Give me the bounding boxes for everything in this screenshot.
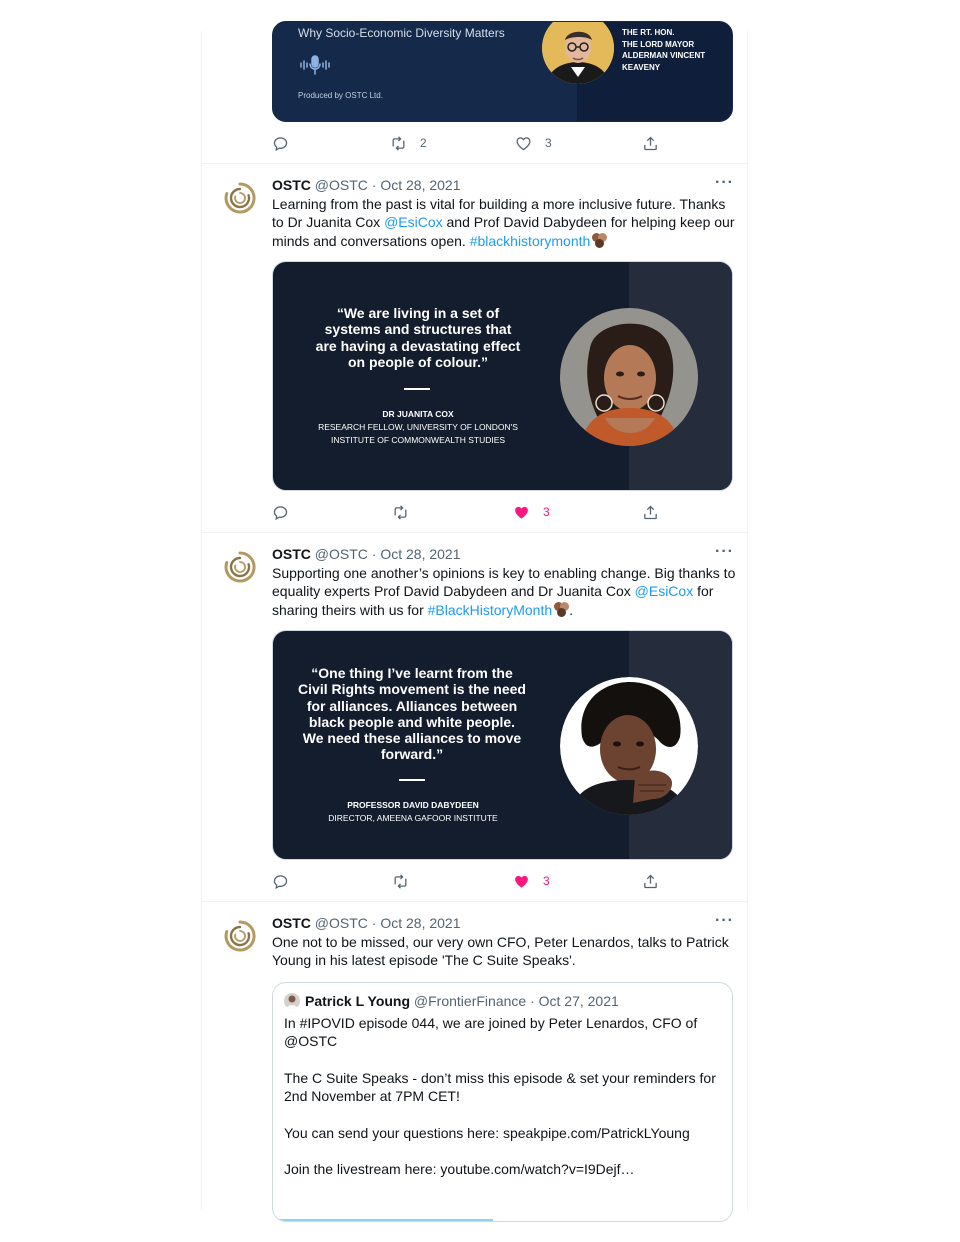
share-button[interactable] xyxy=(642,871,659,891)
tweet-header: OSTC @OSTC · Oct 28, 2021 xyxy=(272,176,461,194)
juanita-cox-portrait xyxy=(560,308,698,446)
card-person-name: DR JUANITA COX xyxy=(382,409,454,419)
retweet-count: 2 xyxy=(420,136,427,150)
produced-by-label: Produced by OSTC Ltd. xyxy=(298,91,383,100)
lord-mayor-caption: THE RT. HON. THE LORD MAYOR ALDERMAN VIN… xyxy=(622,28,706,72)
like-button[interactable]: 3 xyxy=(513,871,550,891)
ostc-logo xyxy=(222,549,258,585)
david-dabydeen-portrait xyxy=(560,677,698,815)
like-icon xyxy=(513,873,530,890)
more-options-button[interactable]: ··· xyxy=(715,543,734,561)
tweet-partial[interactable]: Why Socio-Economic Diversity Matters Pro… xyxy=(202,21,748,164)
reply-icon xyxy=(272,873,289,890)
quoted-tweet-header: Patrick L Young @FrontierFinance · Oct 2… xyxy=(284,993,619,1009)
quoted-tweet-text: In #IPOVID episode 044, we are joined by… xyxy=(284,1015,716,1178)
hashtag-link[interactable]: #blackhistorymonth xyxy=(470,233,591,249)
like-count: 3 xyxy=(543,874,550,888)
card-quote: “One thing I’ve learnt from the Civil Ri… xyxy=(298,665,526,763)
tweet-header: OSTC @OSTC · Oct 28, 2021 xyxy=(272,914,461,932)
author-name[interactable]: OSTC xyxy=(272,546,311,562)
tweet[interactable]: OSTC @OSTC · Oct 28, 2021 ··· Learning f… xyxy=(202,164,748,533)
quoted-author-avatar xyxy=(284,993,300,1009)
retweet-button[interactable] xyxy=(392,871,409,891)
quote-card[interactable]: “One thing I’ve learnt from the Civil Ri… xyxy=(272,630,733,860)
reply-button[interactable] xyxy=(272,871,289,891)
retweet-button[interactable]: 2 xyxy=(390,133,427,153)
ostc-logo xyxy=(222,918,258,954)
quoted-author-name[interactable]: Patrick L Young xyxy=(305,993,410,1009)
ostc-avatar[interactable] xyxy=(222,918,258,954)
card-divider xyxy=(399,779,425,781)
share-button[interactable] xyxy=(642,133,659,153)
share-button[interactable] xyxy=(642,502,659,522)
tweet-text: Supporting one another’s opinions is key… xyxy=(272,565,736,618)
tweet[interactable]: OSTC @OSTC · Oct 28, 2021 ··· Supporting… xyxy=(202,533,748,902)
quoted-tweet[interactable]: Patrick L Young @FrontierFinance · Oct 2… xyxy=(272,982,733,1222)
share-icon xyxy=(642,135,659,152)
tweet-date[interactable]: · Oct 28, 2021 xyxy=(372,915,461,931)
share-icon xyxy=(642,504,659,521)
retweet-icon xyxy=(392,873,409,890)
like-icon xyxy=(513,504,530,521)
like-count: 3 xyxy=(545,136,552,150)
quoted-tweet-date[interactable]: · Oct 27, 2021 xyxy=(530,993,619,1009)
reply-icon xyxy=(272,135,289,152)
reply-button[interactable] xyxy=(272,133,289,153)
tweet[interactable]: OSTC @OSTC · Oct 28, 2021 ··· One not to… xyxy=(202,902,748,1222)
tweet-text: One not to be missed, our very own CFO, … xyxy=(272,934,729,969)
retweet-icon xyxy=(390,135,407,152)
card-divider xyxy=(404,388,430,390)
author-handle[interactable]: @OSTC xyxy=(315,915,368,931)
author-name[interactable]: OSTC xyxy=(272,915,311,931)
card-person-name: PROFESSOR DAVID DABYDEEN xyxy=(347,800,479,810)
reply-icon xyxy=(272,504,289,521)
author-name[interactable]: OSTC xyxy=(272,177,311,193)
ostc-avatar[interactable] xyxy=(222,549,258,585)
timeline-column: Why Socio-Economic Diversity Matters Pro… xyxy=(201,21,748,1222)
more-options-button[interactable]: ··· xyxy=(715,912,734,930)
reply-button[interactable] xyxy=(272,502,289,522)
mention-link[interactable]: @EsiCox xyxy=(635,583,694,599)
more-options-button[interactable]: ··· xyxy=(715,174,734,192)
podcast-title: Why Socio-Economic Diversity Matters xyxy=(298,26,505,40)
ostc-logo xyxy=(222,180,258,216)
microphone-icon xyxy=(299,54,331,81)
podcast-card[interactable]: Why Socio-Economic Diversity Matters Pro… xyxy=(272,21,733,122)
tweet-header: OSTC @OSTC · Oct 28, 2021 xyxy=(272,545,461,563)
like-icon xyxy=(515,135,532,152)
hashtag-link[interactable]: #BlackHistoryMonth xyxy=(428,602,553,618)
tweet-actions: 3 xyxy=(272,502,737,522)
tweet-actions: 2 3 xyxy=(272,133,737,153)
hearts-emoji-icon xyxy=(552,601,570,617)
like-button[interactable]: 3 xyxy=(513,502,550,522)
tweet-date[interactable]: · Oct 28, 2021 xyxy=(372,177,461,193)
quoted-author-handle[interactable]: @FrontierFinance xyxy=(414,993,526,1009)
retweet-button[interactable] xyxy=(392,502,409,522)
retweet-icon xyxy=(392,504,409,521)
tweet-date[interactable]: · Oct 28, 2021 xyxy=(372,546,461,562)
media-loading-bar xyxy=(273,1219,493,1221)
author-handle[interactable]: @OSTC xyxy=(315,546,368,562)
tweet-actions: 3 xyxy=(272,871,737,891)
ostc-avatar[interactable] xyxy=(222,180,258,216)
author-handle[interactable]: @OSTC xyxy=(315,177,368,193)
card-person-role: RESEARCH FELLOW, UNIVERSITY OF LONDON'S … xyxy=(318,422,518,445)
share-icon xyxy=(642,873,659,890)
mention-link[interactable]: @EsiCox xyxy=(384,214,443,230)
like-count: 3 xyxy=(543,505,550,519)
hearts-emoji-icon xyxy=(590,232,608,248)
like-button[interactable]: 3 xyxy=(515,133,552,153)
quote-card[interactable]: “We are living in a set of systems and s… xyxy=(272,261,733,491)
card-quote: “We are living in a set of systems and s… xyxy=(315,305,521,370)
tweet-text: Learning from the past is vital for buil… xyxy=(272,196,735,249)
card-person-role: DIRECTOR, AMEENA GAFOOR INSTITUTE xyxy=(328,813,498,823)
